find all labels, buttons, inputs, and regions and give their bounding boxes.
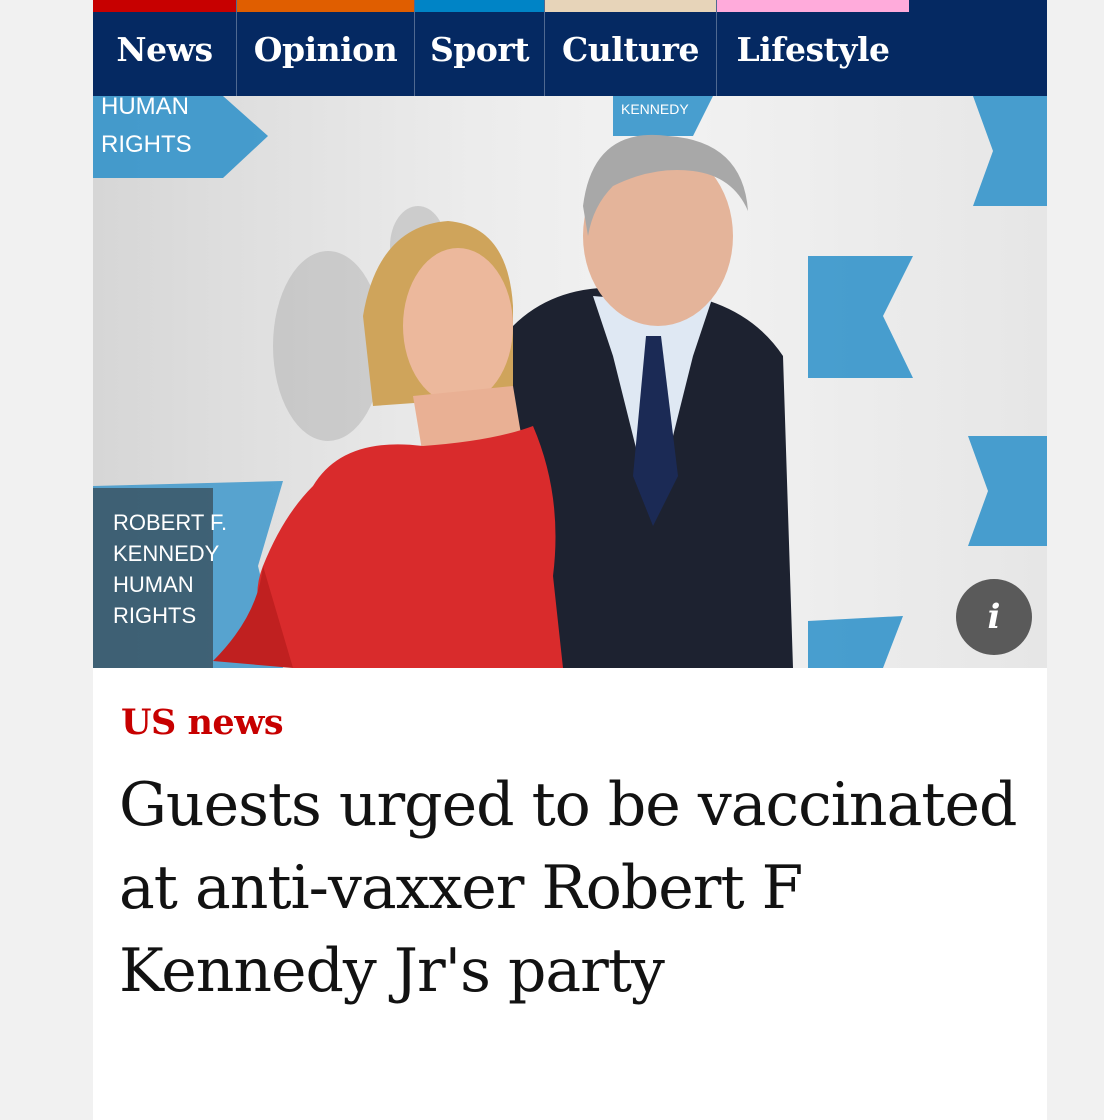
backdrop-text-rights: RIGHTS [101,131,192,158]
nav-sport[interactable]: Sport [414,0,544,96]
nav-culture-pillar [545,0,716,12]
info-icon[interactable]: i [956,579,1032,655]
nav-lifestyle[interactable]: Lifestyle [716,0,909,96]
nav-lifestyle-label: Lifestyle [736,30,890,69]
backdrop-logo-top-left: HUMAN RIGHTS [93,96,268,178]
backdrop-text-kennedy: KENNEDY [621,101,689,117]
nav-news-pillar [93,0,236,12]
backdrop-logo-bottom [808,616,903,668]
woman-figure [213,221,563,668]
backdrop-text-human-2: HUMAN [113,572,194,597]
nav-opinion[interactable]: Opinion [236,0,414,96]
backdrop-logo-right [968,436,1047,546]
hero-photo[interactable]: HUMAN RIGHTS KENNEDY ROBERT F. KENNEDY H… [93,96,1047,668]
backdrop-text-kennedy-2: KENNEDY [113,541,220,566]
backdrop-logo-top-right [973,96,1047,206]
top-navigation: News Opinion Sport Culture Lifestyle [93,0,1047,96]
nav-news[interactable]: News [93,0,236,96]
nav-culture[interactable]: Culture [544,0,716,96]
backdrop-logo-top-center: KENNEDY [613,96,713,136]
nav-opinion-label: Opinion [253,30,398,69]
hero-illustration: HUMAN RIGHTS KENNEDY ROBERT F. KENNEDY H… [93,96,1047,668]
backdrop-text-rights-2: RIGHTS [113,603,196,628]
headline[interactable]: Guests urged to be vaccinated at anti-va… [119,764,1019,1013]
nav-culture-label: Culture [562,30,699,69]
nav-lifestyle-pillar [717,0,909,12]
nav-sport-pillar [415,0,544,12]
backdrop-logo-mid-right [808,256,913,378]
backdrop-text-robert: ROBERT F. [113,510,227,535]
nav-news-label: News [116,30,213,69]
section-label[interactable]: US news [121,702,284,743]
nav-opinion-pillar [237,0,414,12]
nav-sport-label: Sport [429,30,530,69]
backdrop-text-human: HUMAN [101,96,189,120]
info-icon-label: i [987,597,1001,637]
article-card: News Opinion Sport Culture Lifestyle HUM… [93,0,1047,1120]
